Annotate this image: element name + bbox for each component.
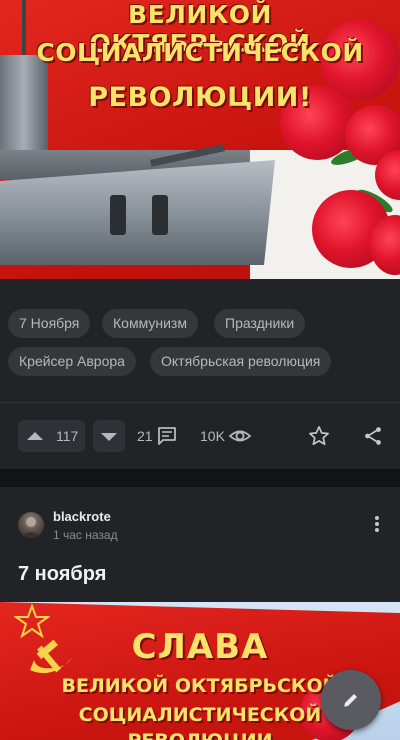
anchor-right [152, 195, 168, 235]
poster-title-line2: СОЦИАЛИСТИЧЕСКОЙ [36, 38, 364, 67]
tag-holidays[interactable]: Праздники [214, 309, 306, 338]
poster2-line4: РЕВОЛЮЦИИ [0, 730, 400, 740]
avatar-image [21, 517, 41, 538]
divider [0, 402, 400, 403]
eye-icon [228, 430, 251, 442]
views-indicator: 10K [200, 420, 251, 452]
downvote-button[interactable] [93, 420, 125, 452]
upvote-count: 117 [56, 428, 79, 444]
more-vertical-icon[interactable] [370, 515, 384, 533]
post-footer-card: 7 Ноября Коммунизм Праздники Крейсер Авр… [0, 279, 400, 469]
arrow-down-icon [101, 433, 117, 441]
post-image-top[interactable]: ВЕЛИКОЙ ОКТЯБРЬСКОЙ СОЦИАЛИСТИЧЕСКОЙ РЕВ… [0, 0, 400, 279]
tag-7-november[interactable]: 7 Ноября [8, 309, 91, 338]
feed-separator [0, 469, 400, 487]
comments-button[interactable]: 21 [137, 420, 177, 452]
post-title[interactable]: 7 ноября [18, 563, 106, 586]
tag-october-revolution[interactable]: Октябрьская революция [150, 347, 332, 376]
author-name[interactable]: blackrote [53, 509, 111, 524]
star-icon[interactable] [308, 425, 330, 447]
anchor-left [110, 195, 126, 235]
pencil-icon [344, 694, 357, 707]
comment-icon [157, 427, 176, 445]
poster-title-line3: РЕВОЛЮЦИИ! [88, 82, 312, 113]
share-icon[interactable] [362, 425, 384, 447]
poster2-line1: СЛАВА [131, 627, 269, 667]
tag-communism[interactable]: Коммунизм [102, 309, 198, 338]
post-time: 1 час назад [53, 528, 118, 542]
view-count: 10K [200, 428, 225, 444]
create-post-button[interactable] [321, 670, 381, 730]
post-actions: 117 21 10K [0, 420, 400, 454]
comment-count: 21 [137, 428, 153, 444]
avatar[interactable] [18, 512, 44, 538]
upvote-button[interactable]: 117 [18, 420, 85, 452]
tag-cruiser-aurora[interactable]: Крейсер Аврора [8, 347, 136, 376]
arrow-up-icon [27, 432, 43, 440]
